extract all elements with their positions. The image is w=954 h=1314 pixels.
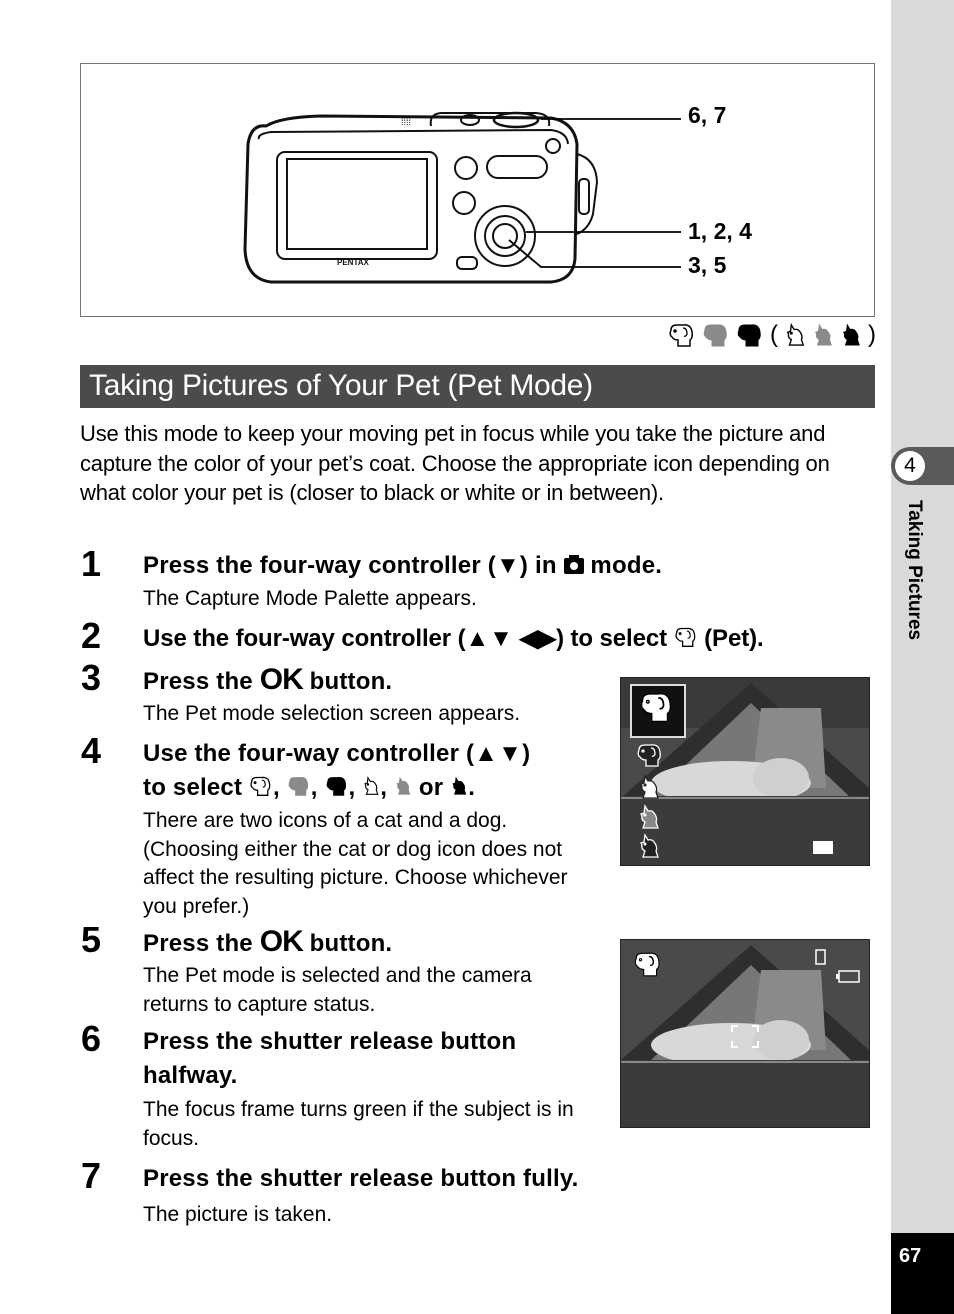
step-5-title-text: Press the (143, 930, 260, 957)
separator: , (273, 774, 280, 801)
legend-close-paren: ) (868, 321, 876, 348)
cat-black-icon (840, 322, 862, 348)
step-2-title: Use the four-way controller (▲▼ ◀▶) to s… (143, 622, 764, 656)
selected-mode-highlight (630, 684, 686, 738)
camera-mode-icon (563, 555, 584, 574)
section-heading: Taking Pictures of Your Pet (Pet Mode) (89, 369, 593, 402)
step-7-desc: The picture is taken. (143, 1203, 333, 1226)
camera-figure: ⁞⁞⁞⁞ PENTAX 6, 7 1, 2, 4 3, 5 (80, 63, 875, 317)
step-2-number: 2 (81, 615, 102, 656)
step-5-desc: The Pet mode is selected and the camera … (143, 964, 532, 1016)
intro-paragraph: Use this mode to keep your moving pet in… (80, 421, 830, 505)
separator: , (380, 774, 388, 801)
period: . (468, 774, 476, 801)
dog-white-icon (638, 690, 676, 724)
step-3-title: Press the OK button. (143, 663, 392, 699)
separator: , (348, 774, 356, 801)
callout-controller-steps: 1, 2, 4 (688, 218, 752, 244)
step-4-title-text: to select (143, 774, 250, 801)
step-4-title-line1: Use the four-way controller (▲▼) (143, 740, 531, 767)
dog-white-icon (249, 775, 273, 797)
step-2-title-text: Use the four-way controller (▲▼ ◀▶) to s… (143, 625, 674, 652)
step-1-title-end: mode. (583, 552, 663, 579)
dog-black-icon (325, 775, 349, 797)
step-3-desc: The Pet mode selection screen appears. (143, 702, 521, 725)
step-6-title: Press the shutter release button halfway… (143, 1028, 517, 1089)
or-word: or (418, 774, 444, 801)
cat-black-icon (450, 775, 468, 797)
dog-white-icon (633, 950, 663, 978)
step-3-title-end: button. (302, 668, 393, 695)
cat-white-icon (637, 774, 661, 800)
page-number: 67 (899, 1245, 922, 1267)
step-3-number: 3 (81, 657, 102, 698)
dog-black-icon (635, 742, 665, 768)
step-7-title: Press the shutter release button fully. (143, 1165, 579, 1192)
cat-black-icon (637, 833, 661, 859)
step-4-number: 4 (81, 730, 102, 771)
step-5-number: 5 (81, 919, 102, 960)
step-4-title-line2: to select , , , , or . (143, 771, 475, 805)
step-4-desc: There are two icons of a cat and a dog. … (143, 809, 568, 918)
step-3-title-text: Press the (143, 668, 260, 695)
step-7-number: 7 (81, 1155, 102, 1196)
callout-ok-steps: 3, 5 (688, 252, 727, 278)
step-1-desc: The Capture Mode Palette appears. (143, 587, 477, 610)
step-6-number: 6 (81, 1018, 102, 1059)
chapter-title: Taking Pictures (904, 500, 925, 641)
step-6-desc: The focus frame turns green if the subje… (143, 1098, 574, 1150)
cat-white-icon (784, 322, 806, 348)
svg-text:⁞⁞⁞⁞: ⁞⁞⁞⁞ (401, 117, 411, 127)
step-5-title: Press the OK button. (143, 925, 392, 961)
capture-status-screen (620, 939, 870, 1128)
dog-white-icon (668, 322, 696, 348)
ok-button-glyph: OK (259, 925, 304, 958)
ok-button-glyph: OK (259, 663, 304, 696)
step-2-title-end: (Pet). (697, 625, 764, 652)
chapter-number: 4 (895, 451, 925, 481)
pet-selection-screen (620, 677, 870, 866)
camera-illustration: ⁞⁞⁞⁞ PENTAX (243, 111, 681, 284)
step-1-number: 1 (81, 543, 102, 584)
separator: , (310, 774, 318, 801)
cat-gray-icon (394, 775, 412, 797)
legend-open-paren: ( (770, 321, 778, 348)
callout-shutter-steps: 6, 7 (688, 102, 727, 128)
step-1-title: Press the four-way controller (▼) in mod… (143, 549, 662, 583)
brand-label: PENTAX (337, 258, 370, 267)
step-5-title-end: button. (302, 930, 393, 957)
dog-gray-icon (287, 775, 311, 797)
step-1-title-text: Press the four-way controller (▼) in (143, 552, 564, 579)
cat-gray-icon (637, 804, 661, 830)
pet-icon-legend: ( ) (668, 321, 876, 349)
dog-white-icon (674, 626, 698, 648)
dog-gray-icon (702, 322, 730, 348)
dog-black-icon (736, 322, 764, 348)
cat-white-icon (362, 775, 380, 797)
cat-gray-icon (812, 322, 834, 348)
